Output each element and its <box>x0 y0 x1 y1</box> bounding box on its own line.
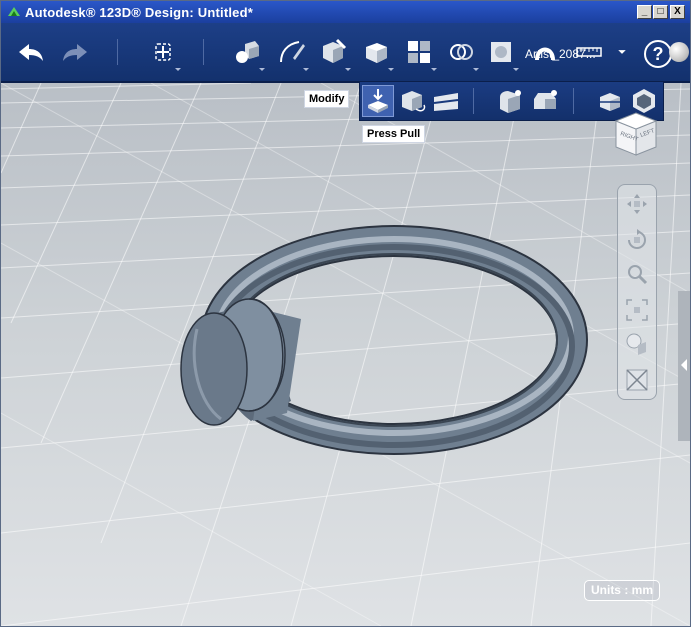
app-window: Autodesk® 123D® Design: Untitled* _ □ X <box>0 0 691 627</box>
redo-icon <box>63 44 87 61</box>
dropdown-caret-icon <box>513 68 519 71</box>
pan-button[interactable] <box>622 189 652 219</box>
submenu-separator <box>573 88 574 114</box>
help-button[interactable]: ? <box>644 40 672 68</box>
grouping-icon <box>450 44 473 60</box>
zoom-icon <box>628 265 648 285</box>
zoom-button[interactable] <box>622 259 652 289</box>
press-pull-tooltip: Press Pull <box>362 125 426 143</box>
close-button[interactable]: X <box>670 5 685 19</box>
ring-model[interactable] <box>180 225 588 455</box>
sketch-icon <box>280 41 305 63</box>
dropdown-caret-icon <box>431 68 437 71</box>
tweak-button[interactable] <box>396 85 428 117</box>
dropdown-caret-icon <box>388 68 394 71</box>
app-logo-icon <box>8 7 20 16</box>
tweak-icon <box>402 91 426 112</box>
fit-button[interactable] <box>622 295 652 325</box>
orbit-icon <box>628 229 646 249</box>
transform-button[interactable] <box>143 31 183 73</box>
modify-tooltip: Modify <box>304 90 350 108</box>
maximize-button[interactable]: □ <box>653 5 668 19</box>
press-pull-button[interactable] <box>362 85 394 117</box>
modify-button[interactable] <box>356 31 396 73</box>
modify-icon <box>366 43 387 63</box>
split-face-icon <box>433 93 459 111</box>
user-name-label[interactable]: Artist_2087... <box>525 47 596 61</box>
fit-icon <box>626 299 648 321</box>
undo-icon <box>19 44 43 61</box>
window-title: Autodesk® 123D® Design: Untitled* <box>25 5 254 20</box>
units-label[interactable]: Units : mm <box>584 580 660 601</box>
combine-icon <box>491 42 511 62</box>
ground-grid <box>1 83 690 626</box>
dropdown-caret-icon <box>345 68 351 71</box>
dropdown-caret-icon <box>303 68 309 71</box>
fillet-button[interactable] <box>494 85 526 117</box>
materials-button[interactable] <box>622 329 652 359</box>
title-bar: Autodesk® 123D® Design: Untitled* _ □ X <box>1 1 690 23</box>
chamfer-button[interactable] <box>528 85 560 117</box>
construct-button[interactable] <box>313 31 353 73</box>
hide-button[interactable] <box>622 365 652 395</box>
grouping-button[interactable] <box>441 31 481 73</box>
split-face-button[interactable] <box>430 85 462 117</box>
avatar[interactable] <box>669 42 689 62</box>
press-pull-icon <box>368 89 388 113</box>
dropdown-caret-icon <box>473 68 479 71</box>
construct-icon <box>323 38 347 63</box>
more-menu-button[interactable] <box>613 31 631 73</box>
navigation-bar <box>617 184 657 400</box>
move-icon <box>155 43 171 61</box>
primitives-button[interactable] <box>227 31 267 73</box>
undo-button[interactable] <box>11 31 51 73</box>
toolbar-separator <box>203 39 204 65</box>
submenu-separator <box>473 88 474 114</box>
pattern-button[interactable] <box>399 31 439 73</box>
chevron-left-icon[interactable] <box>681 359 687 371</box>
dropdown-caret-icon <box>175 68 181 71</box>
orbit-button[interactable] <box>622 225 652 255</box>
hide-icon <box>626 369 648 391</box>
sketch-button[interactable] <box>271 31 311 73</box>
redo-button[interactable] <box>55 31 95 73</box>
pattern-icon <box>408 41 430 63</box>
combine-button[interactable] <box>481 31 521 73</box>
viewport-canvas[interactable] <box>1 83 690 626</box>
chevron-down-icon <box>618 50 626 54</box>
viewcube[interactable]: RIGHT LEFT <box>608 105 664 157</box>
chamfer-icon <box>534 90 557 109</box>
dropdown-caret-icon <box>259 68 265 71</box>
primitives-icon <box>236 41 259 63</box>
pan-icon <box>627 194 647 214</box>
toolbar-separator <box>117 39 118 65</box>
minimize-button[interactable]: _ <box>637 5 652 19</box>
fillet-icon <box>500 90 521 113</box>
materials-icon <box>626 333 646 355</box>
